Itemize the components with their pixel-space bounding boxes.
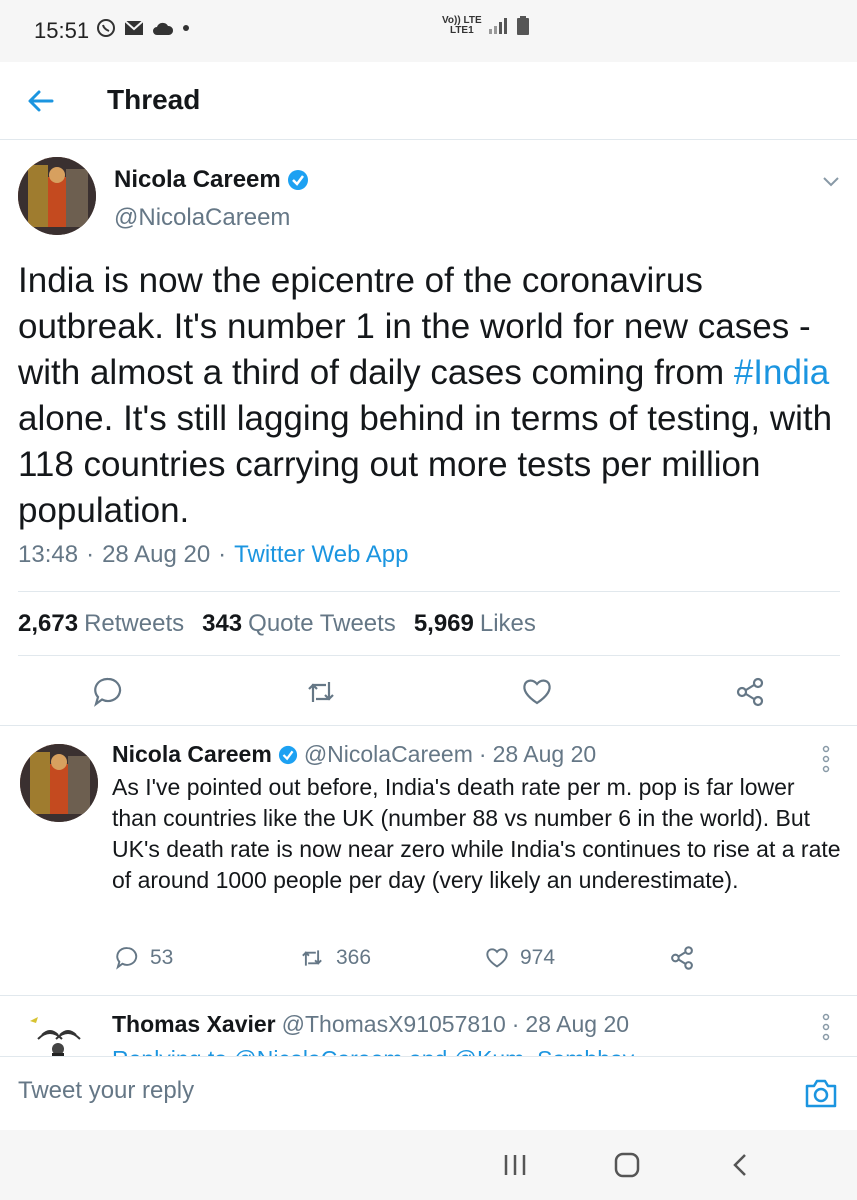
tweet-source-link[interactable]: Twitter Web App xyxy=(234,541,408,569)
avatar[interactable] xyxy=(20,744,98,822)
third-tweet-header: Thomas Xavier @ThomasX91057810 · 28 Aug … xyxy=(112,1011,629,1038)
status-notification-icons xyxy=(96,18,190,38)
back-nav-icon[interactable] xyxy=(726,1150,756,1180)
cloud-icon xyxy=(153,22,174,35)
network-label-bottom: LTE1 xyxy=(449,25,474,36)
hashtag-link[interactable]: #India xyxy=(734,353,829,392)
retweets-count: 2,673 xyxy=(18,610,79,637)
reply-tweet-header: Nicola Careem @NicolaCareem · 28 Aug 20 xyxy=(112,741,596,768)
tweet-stats: 2,673 Retweets 343 Quote Tweets 5,969 Likes xyxy=(18,610,536,638)
likes-label: Likes xyxy=(479,610,536,637)
heart-icon[interactable] xyxy=(520,675,554,709)
system-nav-bar xyxy=(0,1130,857,1200)
tweet-text-part2: alone. It's still lagging behind in term… xyxy=(18,399,833,530)
heart-icon xyxy=(486,948,508,968)
verified-badge-icon xyxy=(278,745,297,764)
email-icon xyxy=(124,20,144,35)
verified-badge-icon xyxy=(287,170,308,190)
reply-count: 53 xyxy=(150,946,174,969)
tweet-meta: 13:48 · 28 Aug 20 · Twitter Web App xyxy=(18,541,408,569)
status-bar: 15:51 Vo)) LTE LTE1 xyxy=(0,0,857,62)
avatar-image xyxy=(20,744,98,822)
meta-separator: · xyxy=(86,541,95,568)
camera-icon[interactable] xyxy=(804,1077,838,1109)
status-time: 15:51 xyxy=(34,18,90,43)
tweet-text: As I've pointed out before, India's deat… xyxy=(112,774,841,893)
more-options-icon[interactable] xyxy=(820,744,832,774)
tweet-text: India is now the epicentre of the corona… xyxy=(18,258,848,534)
chevron-down-icon[interactable] xyxy=(820,170,842,192)
home-icon[interactable] xyxy=(612,1150,642,1180)
retweet-icon xyxy=(302,950,322,966)
retweets-stat[interactable]: 2,673 Retweets xyxy=(18,610,184,638)
author-handle[interactable]: @NicolaCareem xyxy=(304,741,473,768)
retweet-icon[interactable] xyxy=(304,675,338,709)
author-name[interactable]: Nicola Careem xyxy=(114,166,309,194)
meta-separator: · xyxy=(218,541,227,568)
author-handle[interactable]: @NicolaCareem xyxy=(114,204,290,232)
quotes-count: 343 xyxy=(202,610,243,637)
reply-icon xyxy=(116,947,138,970)
like-count: 974 xyxy=(520,946,556,969)
retweet-count: 366 xyxy=(336,946,372,969)
meta-separator: · xyxy=(511,1011,520,1037)
signal-icon xyxy=(488,18,507,34)
likes-count: 5,969 xyxy=(413,610,474,637)
divider xyxy=(0,725,857,726)
meta-separator: · xyxy=(478,741,487,767)
avatar[interactable] xyxy=(18,157,96,235)
reply-bar xyxy=(0,1056,857,1130)
thread-header: Thread xyxy=(0,62,857,140)
like-button[interactable]: 974 xyxy=(484,945,555,971)
share-icon[interactable] xyxy=(733,675,767,709)
likes-stat[interactable]: 5,969 Likes xyxy=(414,610,536,638)
quote-tweets-stat[interactable]: 343 Quote Tweets xyxy=(202,610,396,638)
retweet-button[interactable]: 366 xyxy=(298,945,371,971)
divider xyxy=(18,591,840,592)
divider xyxy=(18,655,840,656)
tweet-date[interactable]: 28 Aug 20 xyxy=(525,1011,629,1038)
recent-apps-icon[interactable] xyxy=(500,1150,530,1180)
tweet-text-part1: India is now the epicentre of the corona… xyxy=(18,261,811,392)
divider xyxy=(0,995,857,996)
author-name[interactable]: Thomas Xavier xyxy=(112,1011,276,1038)
tweet-time: 13:48 xyxy=(18,541,79,568)
replying-to-text[interactable]: Replying to @NicolaCareem and @Kum_Sambh… xyxy=(112,1044,634,1056)
tweet-date[interactable]: 28 Aug 20 xyxy=(493,741,597,768)
whatsapp-icon xyxy=(97,19,115,37)
reply-input[interactable] xyxy=(18,1077,618,1105)
back-arrow-icon[interactable] xyxy=(26,86,56,116)
reply-button[interactable]: 53 xyxy=(114,945,173,971)
retweets-label: Retweets xyxy=(84,610,185,637)
avatar-image xyxy=(30,1017,81,1059)
avatar[interactable] xyxy=(20,1013,92,1059)
more-options-icon[interactable] xyxy=(820,1012,832,1042)
tweet-date: 28 Aug 20 xyxy=(102,541,211,568)
author-name[interactable]: Nicola Careem xyxy=(112,741,272,768)
reply-icon[interactable] xyxy=(91,675,125,709)
status-network: Vo)) LTE LTE1 xyxy=(442,16,530,36)
avatar-image xyxy=(18,157,96,235)
page-title: Thread xyxy=(107,84,201,115)
author-name-text: Nicola Careem xyxy=(114,166,281,193)
battery-icon xyxy=(516,16,529,35)
share-icon[interactable] xyxy=(668,944,696,972)
author-handle[interactable]: @ThomasX91057810 xyxy=(282,1011,506,1038)
quotes-label: Quote Tweets xyxy=(248,610,396,637)
dot-icon xyxy=(183,25,189,31)
